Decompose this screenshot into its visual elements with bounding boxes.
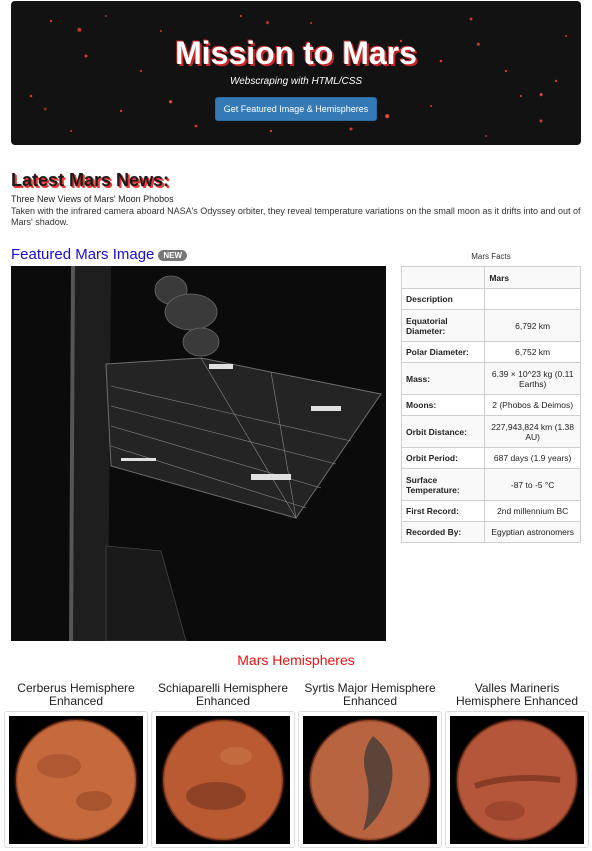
fact-value: 6.39 × 10^23 kg (0.11 Earths): [484, 362, 581, 395]
table-header-empty: [400, 266, 486, 289]
page-title: Mission to Mars: [175, 35, 417, 71]
fact-label: Description: [400, 288, 486, 310]
fact-value: 2nd millennium BC: [484, 500, 581, 522]
mars-globe-image: [9, 716, 143, 844]
table-row: Mass: 6.39 × 10^23 kg (0.11 Earths): [400, 362, 581, 395]
mars-globe-image: [450, 716, 584, 844]
table-row: Recorded By: Egyptian astronomers: [400, 521, 581, 543]
fact-value: Egyptian astronomers: [484, 521, 581, 543]
table-row: First Record: 2nd millennium BC: [400, 500, 581, 522]
hemisphere-name: Valles Marineris Hemisphere Enhanced: [455, 681, 579, 708]
fact-label: Recorded By:: [400, 521, 486, 543]
jumbotron: Mission to Mars Webscraping with HTML/CS…: [11, 1, 581, 145]
featured-image-title-text: Featured Mars Image: [11, 246, 155, 263]
new-badge: NEW: [158, 249, 188, 261]
fact-label: Orbit Period:: [400, 447, 486, 469]
fact-value: 687 days (1.9 years): [484, 447, 581, 469]
fact-label: Equatorial Diameter:: [400, 309, 486, 342]
facts-caption: Mars Facts: [471, 252, 511, 261]
fact-value: 2 (Phobos & Deimos): [484, 394, 581, 416]
hemisphere-thumbnail[interactable]: [151, 711, 295, 848]
table-row: Surface Temperature: -87 to -5 °C: [400, 468, 581, 501]
table-row: Polar Diameter: 6,752 km: [400, 341, 581, 363]
fact-value: 227,943,824 km (1.38 AU): [484, 415, 581, 448]
hemisphere-name: Schiaparelli Hemisphere Enhanced: [157, 681, 289, 708]
news-section-title: Latest Mars News:: [11, 170, 170, 190]
fact-label: Mass:: [400, 362, 486, 395]
featured-image-title: Featured Mars Image NEW: [11, 246, 188, 263]
hemisphere-card-syrtis-major[interactable]: Syrtis Major Hemisphere Enhanced: [298, 682, 442, 848]
mars-globe-image: [156, 716, 290, 844]
mars-globe-image: [303, 716, 437, 844]
hemisphere-name: Cerberus Hemisphere Enhanced: [17, 681, 135, 708]
hemisphere-card-valles-marineris[interactable]: Valles Marineris Hemisphere Enhanced: [445, 682, 589, 848]
fact-value: 6,792 km: [484, 309, 581, 342]
hemisphere-thumbnail[interactable]: [445, 711, 589, 848]
news-body: Taken with the infrared camera aboard NA…: [11, 206, 581, 227]
hemisphere-thumbnail[interactable]: [4, 711, 148, 848]
page-subtitle: Webscraping with HTML/CSS: [229, 76, 363, 87]
mars-facts-table: Mars Description Equatorial Diameter: 6,…: [400, 266, 581, 543]
featured-mars-image[interactable]: [11, 266, 386, 641]
get-featured-image-button[interactable]: Get Featured Image & Hemispheres: [215, 97, 377, 121]
table-row: Description: [400, 288, 581, 310]
table-row: Orbit Distance: 227,943,824 km (1.38 AU): [400, 415, 581, 448]
fact-label: Surface Temperature:: [400, 468, 486, 501]
table-row: Moons: 2 (Phobos & Deimos): [400, 394, 581, 416]
news-headline: Three New Views of Mars' Moon Phobos: [11, 194, 174, 204]
fact-value: 6,752 km: [484, 341, 581, 363]
fact-value: [484, 288, 581, 310]
fact-label: Polar Diameter:: [400, 341, 486, 363]
table-row: Orbit Period: 687 days (1.9 years): [400, 447, 581, 469]
fact-label: First Record:: [400, 500, 486, 522]
hemisphere-thumbnail[interactable]: [298, 711, 442, 848]
star-field-background: [29, 14, 567, 137]
fact-label: Moons:: [400, 394, 486, 416]
hemisphere-name: Syrtis Major Hemisphere Enhanced: [304, 681, 436, 708]
table-row: Equatorial Diameter: 6,792 km: [400, 309, 581, 342]
hemisphere-card-cerberus[interactable]: Cerberus Hemisphere Enhanced: [4, 682, 148, 848]
hemisphere-card-schiaparelli[interactable]: Schiaparelli Hemisphere Enhanced: [151, 682, 295, 848]
table-header-row: Mars: [400, 266, 581, 289]
table-header-mars: Mars: [484, 266, 581, 289]
fact-value: -87 to -5 °C: [484, 468, 581, 501]
hemispheres-title: Mars Hemispheres: [237, 652, 355, 668]
fact-label: Orbit Distance:: [400, 415, 486, 448]
